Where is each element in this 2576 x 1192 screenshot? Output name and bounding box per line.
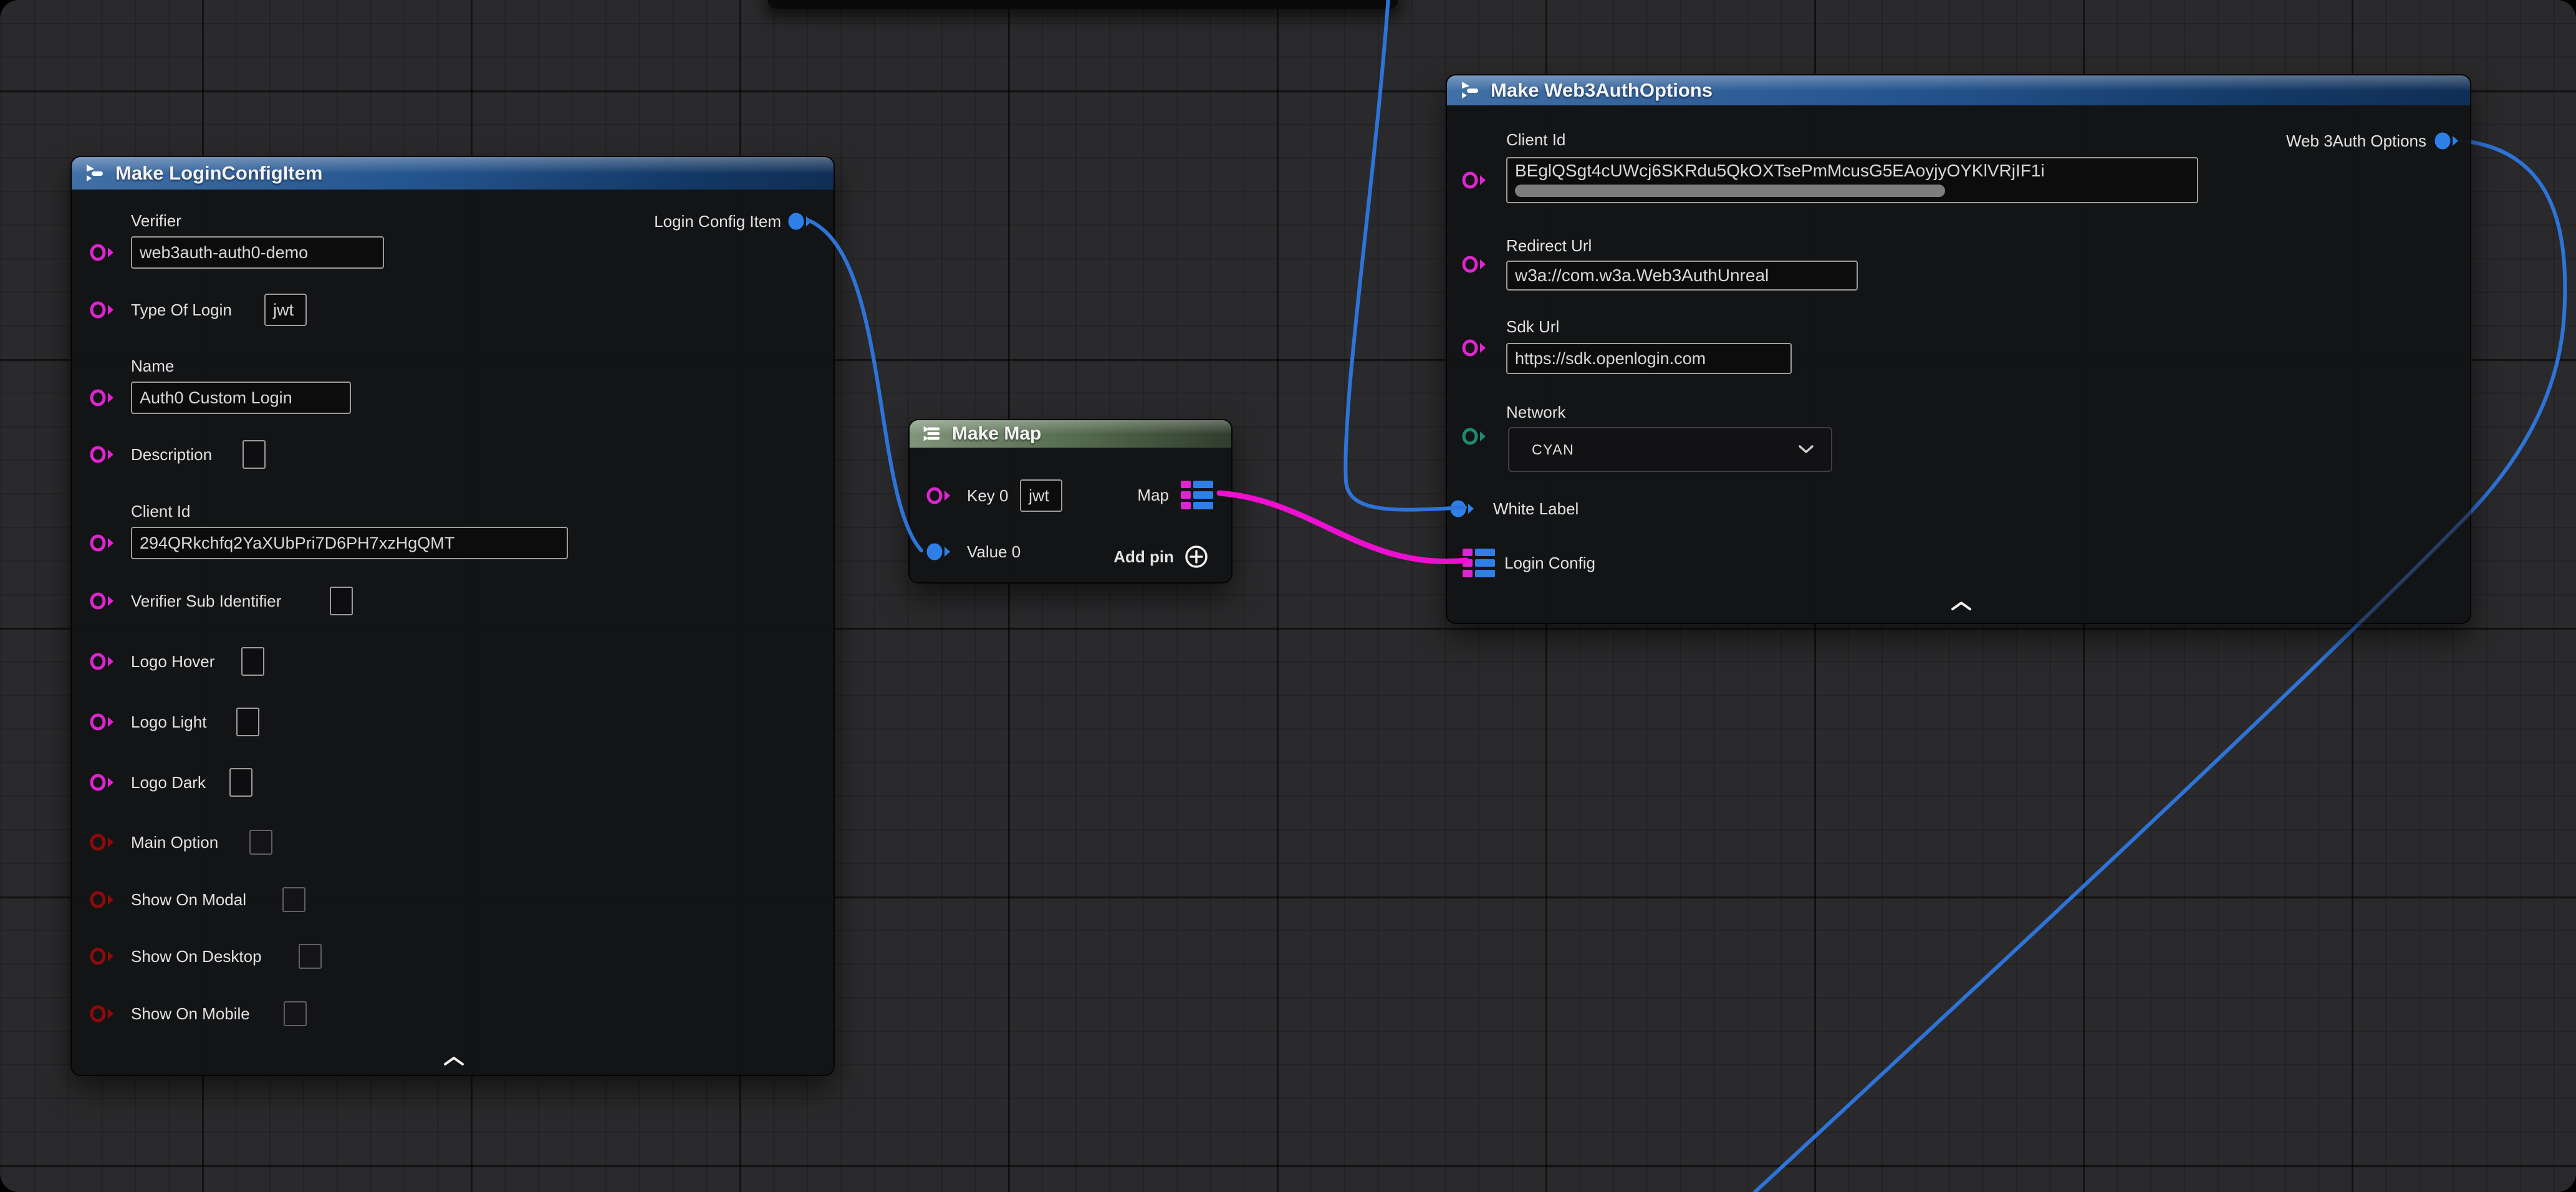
pin-label-logo-light: Logo Light — [131, 711, 206, 733]
verifier-field[interactable]: web3auth-auth0-demo — [131, 236, 384, 269]
pin-label-verifier: Verifier — [131, 210, 181, 231]
collapse-node-chevron[interactable] — [442, 1055, 466, 1067]
blueprint-graph-canvas[interactable]: Make LoginConfigItem Login Config Item V… — [0, 0, 2576, 1192]
input-pin-client-id[interactable] — [1461, 170, 1489, 191]
pin-label-login-config: Login Config — [1504, 552, 1595, 574]
pin-label-verifier-sub-identifier: Verifier Sub Identifier — [131, 590, 281, 612]
type-of-login-field[interactable]: jwt — [264, 294, 307, 326]
show-on-mobile-checkbox[interactable] — [284, 1001, 307, 1026]
pin-label-client-id: Client Id — [131, 501, 190, 522]
client-id-value: BEglQSgt4cUWcj6SKRdu5QkOXTsePmMcusG5EAoy… — [1515, 161, 2045, 180]
name-field[interactable]: Auth0 Custom Login — [131, 382, 351, 414]
pin-label-main-option: Main Option — [131, 832, 218, 853]
input-pin-show-on-mobile[interactable] — [89, 1003, 117, 1024]
node-title: Make Web3AuthOptions — [1491, 79, 1713, 102]
pin-label-name: Name — [131, 355, 174, 377]
collapse-node-chevron[interactable] — [1949, 600, 1973, 612]
type-of-login-value: jwt — [273, 300, 294, 320]
node-header[interactable]: Make Web3AuthOptions — [1447, 75, 2470, 105]
client-id-value: 294QRkchfq2YaXUbPri7D6PH7xzHgQMT — [140, 534, 454, 553]
pin-label-redirect-url: Redirect Url — [1506, 235, 1592, 256]
node-header[interactable]: Make Map — [910, 420, 1231, 448]
pin-label-logo-hover: Logo Hover — [131, 651, 214, 672]
input-pin-network[interactable] — [1461, 426, 1489, 447]
pin-label-client-id: Client Id — [1506, 129, 1565, 150]
name-value: Auth0 Custom Login — [140, 388, 292, 408]
pin-label-type-of-login: Type Of Login — [131, 299, 232, 320]
logo-dark-field[interactable] — [229, 768, 252, 797]
logo-hover-field[interactable] — [241, 647, 264, 676]
pin-label-value-0: Value 0 — [967, 541, 1021, 562]
make-struct-icon — [82, 161, 107, 186]
input-pin-show-on-modal[interactable] — [89, 889, 117, 910]
input-pin-verifier-sub-identifier[interactable] — [89, 590, 117, 612]
verifier-sub-identifier-field[interactable] — [330, 587, 353, 615]
pin-label-white-label: White Label — [1493, 498, 1579, 519]
input-pin-key-0[interactable] — [925, 485, 954, 506]
input-pin-client-id[interactable] — [89, 532, 117, 554]
input-pin-white-label[interactable] — [1449, 498, 1478, 519]
sdk-url-value: https://sdk.openlogin.com — [1515, 349, 1706, 368]
pin-label-web3auth-options: Web 3Auth Options — [2286, 130, 2426, 151]
logo-light-field[interactable] — [236, 708, 259, 736]
input-pin-login-config[interactable] — [1461, 547, 1497, 579]
input-pin-redirect-url[interactable] — [1461, 254, 1489, 275]
show-on-modal-checkbox[interactable] — [282, 887, 305, 912]
pin-label-login-config-item: Login Config Item — [654, 211, 781, 232]
pin-label-key-0: Key 0 — [967, 485, 1009, 506]
node-make-web3auth-options[interactable]: Make Web3AuthOptions Web 3Auth Options C… — [1446, 74, 2471, 624]
make-struct-icon — [1457, 78, 1482, 103]
pin-label-show-on-modal: Show On Modal — [131, 889, 246, 910]
offscreen-node-shadow — [768, 0, 1398, 9]
show-on-desktop-checkbox[interactable] — [299, 944, 322, 969]
chevron-down-icon — [1797, 445, 1815, 454]
pin-label-map: Map — [1137, 484, 1169, 506]
client-id-field[interactable]: BEglQSgt4cUWcj6SKRdu5QkOXTsePmMcusG5EAoy… — [1506, 157, 2198, 203]
node-make-login-config-item[interactable]: Make LoginConfigItem Login Config Item V… — [70, 156, 835, 1076]
main-option-checkbox[interactable] — [249, 830, 272, 855]
output-pin-login-config-item[interactable] — [787, 211, 815, 232]
input-pin-logo-dark[interactable] — [89, 772, 117, 793]
input-pin-description[interactable] — [89, 444, 117, 465]
pin-label-logo-dark: Logo Dark — [131, 772, 206, 793]
node-title: Make LoginConfigItem — [115, 162, 322, 185]
node-make-map[interactable]: Make Map Key 0 jwt Map Value 0 Add pin — [908, 419, 1233, 584]
input-pin-verifier[interactable] — [89, 242, 117, 263]
node-title: Make Map — [952, 423, 1041, 445]
make-map-icon — [920, 422, 943, 446]
output-pin-web3auth-options[interactable] — [2433, 130, 2462, 151]
add-pin-label[interactable]: Add pin — [1113, 546, 1174, 567]
input-pin-main-option[interactable] — [89, 832, 117, 853]
description-field[interactable] — [243, 440, 266, 469]
redirect-url-value: w3a://com.w3a.Web3AuthUnreal — [1515, 266, 1769, 286]
input-pin-show-on-desktop[interactable] — [89, 946, 117, 967]
redirect-url-field[interactable]: w3a://com.w3a.Web3AuthUnreal — [1506, 261, 1858, 291]
pin-label-show-on-mobile: Show On Mobile — [131, 1003, 250, 1024]
input-pin-value-0[interactable] — [925, 541, 954, 562]
wire-map-to-login-config — [1219, 493, 1466, 562]
key-0-value: jwt — [1029, 486, 1049, 506]
node-header[interactable]: Make LoginConfigItem — [72, 157, 834, 190]
verifier-value: web3auth-auth0-demo — [140, 243, 308, 262]
sdk-url-field[interactable]: https://sdk.openlogin.com — [1506, 343, 1792, 374]
input-pin-logo-hover[interactable] — [89, 651, 117, 672]
input-pin-logo-light[interactable] — [89, 711, 117, 733]
input-pin-sdk-url[interactable] — [1461, 337, 1489, 358]
key-0-field[interactable]: jwt — [1020, 479, 1062, 512]
pin-label-description: Description — [131, 444, 212, 465]
client-id-field[interactable]: 294QRkchfq2YaXUbPri7D6PH7xzHgQMT — [131, 527, 568, 559]
pin-label-network: Network — [1506, 401, 1565, 423]
input-pin-name[interactable] — [89, 387, 117, 408]
network-dropdown[interactable]: CYAN — [1508, 427, 1832, 472]
input-pin-type-of-login[interactable] — [89, 299, 117, 320]
client-id-scrollbar[interactable] — [1515, 185, 1945, 197]
add-pin-icon[interactable] — [1183, 543, 1210, 570]
pin-label-sdk-url: Sdk Url — [1506, 316, 1559, 337]
pin-label-show-on-desktop: Show On Desktop — [131, 946, 262, 967]
network-value: CYAN — [1532, 441, 1574, 458]
output-pin-map[interactable] — [1180, 479, 1216, 511]
